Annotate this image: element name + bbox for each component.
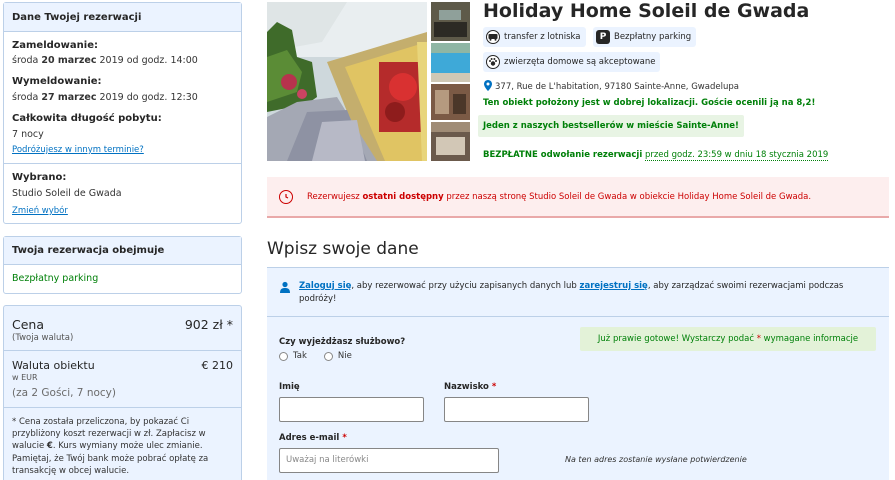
free-parking-badge: P Bezpłatny parking bbox=[593, 27, 697, 47]
price-currency-note: (Twoja waluta) bbox=[12, 333, 74, 343]
stay-length-label: Całkowita długość pobytu: bbox=[12, 113, 162, 124]
airport-shuttle-badge: transfer z lotniska bbox=[483, 27, 586, 47]
first-name-label: Imię bbox=[279, 382, 300, 392]
yes-label: Tak bbox=[293, 351, 307, 361]
location-rating-note: Ten obiekt położony jest w dobrej lokali… bbox=[483, 98, 816, 108]
hotel-title: Holiday Home Soleil de Gwada bbox=[483, 0, 810, 22]
signin-text: Zaloguj się, aby rezerwować przy użyciu … bbox=[299, 281, 844, 304]
form-section-title: Wpisz swoje dane bbox=[267, 239, 419, 259]
stay-length-value: 7 nocy bbox=[12, 129, 44, 140]
checkin-value: środa 20 marzec 2019 od godz. 14:00 bbox=[12, 55, 198, 66]
last-name-field[interactable] bbox=[444, 397, 589, 422]
business-trip-yes-radio[interactable] bbox=[279, 351, 288, 361]
booking-includes-heading: Twoja rezerwacja obejmuje bbox=[4, 237, 241, 265]
divider bbox=[4, 350, 241, 351]
booking-details-panel: Dane Twojej rezerwacji Zameldowanie: śro… bbox=[3, 2, 242, 224]
thumbnail-photo[interactable] bbox=[431, 43, 470, 82]
property-currency-value: € 210 bbox=[201, 359, 234, 372]
price-label: Cena bbox=[12, 317, 45, 332]
checkin-label: Zameldowanie: bbox=[12, 40, 98, 51]
main-property-photo[interactable] bbox=[267, 2, 427, 161]
selected-room: Studio Soleil de Gwada bbox=[12, 188, 122, 199]
thumbnail-photo[interactable] bbox=[431, 122, 470, 161]
badge-label: zwierzęta domowe są akceptowane bbox=[504, 57, 656, 67]
alert-text: Rezerwujesz ostatni dostępny przez naszą… bbox=[307, 191, 812, 202]
business-trip-options: Tak Nie bbox=[279, 351, 352, 361]
no-label: Nie bbox=[337, 351, 352, 361]
signin-prompt: Zaloguj się, aby rezerwować przy użyciu … bbox=[279, 280, 869, 306]
pets-allowed-badge: zwierzęta domowe są akceptowane bbox=[483, 52, 661, 72]
signin-link[interactable]: Zaloguj się bbox=[299, 281, 351, 291]
booking-includes-panel: Twoja rezerwacja obejmuje Bezpłatny park… bbox=[3, 236, 242, 294]
checkout-label: Wymeldowanie: bbox=[12, 76, 102, 87]
price-value: 902 zł * bbox=[184, 317, 233, 332]
address-text: 377, Rue de L'habitation, 97180 Sainte-A… bbox=[495, 82, 739, 92]
free-cancellation-note: BEZPŁATNE odwołanie rezerwacji przed god… bbox=[483, 150, 829, 161]
thumbnail-photo[interactable] bbox=[431, 2, 470, 41]
last-available-alert: Rezerwujesz ostatni dostępny przez naszą… bbox=[267, 177, 889, 218]
clock-icon bbox=[279, 189, 293, 204]
business-trip-no-radio[interactable] bbox=[323, 351, 333, 361]
selected-label: Wybrano: bbox=[12, 172, 67, 183]
paw-icon bbox=[486, 55, 500, 69]
user-icon bbox=[280, 281, 290, 293]
map-pin-icon bbox=[484, 80, 492, 94]
business-trip-question: Czy wyjeżdżasz służbowo? bbox=[279, 337, 406, 347]
guest-details-form: Zaloguj się, aby rezerwować przy użyciu … bbox=[267, 267, 889, 480]
email-field[interactable]: Uważaj na literówki bbox=[279, 448, 499, 473]
email-label: Adres e-mail * bbox=[279, 433, 347, 443]
thumbnail-photo[interactable] bbox=[431, 84, 470, 120]
badge-label: Bezpłatny parking bbox=[614, 32, 692, 42]
bank-fee-note: Pamiętaj, że Twój bank może pobrać opłat… bbox=[12, 454, 209, 476]
last-name-label: Nazwisko * bbox=[444, 382, 497, 392]
free-parking-item: Bezpłatny parking bbox=[12, 273, 99, 284]
price-panel: Cena 902 zł * (Twoja waluta) Waluta obie… bbox=[3, 305, 242, 480]
property-currency-sub: w EUR bbox=[12, 373, 38, 382]
bestseller-badge: Jeden z naszych bestsellerów w mieście S… bbox=[478, 115, 744, 137]
divider bbox=[4, 163, 241, 164]
airport-shuttle-icon bbox=[486, 30, 500, 44]
first-name-field[interactable] bbox=[279, 397, 424, 422]
hotel-address[interactable]: 377, Rue de L'habitation, 97180 Sainte-A… bbox=[484, 80, 739, 94]
change-dates-link[interactable]: Podróżujesz w innym terminie? bbox=[12, 145, 144, 155]
conversion-note: * Cena została przeliczona, by pokazać C… bbox=[12, 417, 206, 451]
email-confirmation-note: Na ten adres zostanie wysłane potwierdze… bbox=[565, 455, 747, 464]
checkout-value: środa 27 marzec 2019 do godz. 12:30 bbox=[12, 92, 198, 103]
change-selection-link[interactable]: Zmień wybór bbox=[12, 206, 68, 216]
guests-nights-note: (za 2 Gości, 7 nocy) bbox=[12, 387, 116, 399]
register-link[interactable]: zarejestruj się bbox=[580, 281, 648, 291]
divider bbox=[4, 407, 241, 408]
required-info-notice: Już prawie gotowe! Wystarczy podać * wym… bbox=[580, 327, 876, 351]
booking-details-heading: Dane Twojej rezerwacji bbox=[4, 3, 241, 32]
badge-label: transfer z lotniska bbox=[504, 32, 581, 42]
property-currency-label: Waluta obiektu bbox=[12, 359, 95, 372]
parking-icon: P bbox=[596, 30, 610, 44]
divider bbox=[267, 316, 889, 317]
